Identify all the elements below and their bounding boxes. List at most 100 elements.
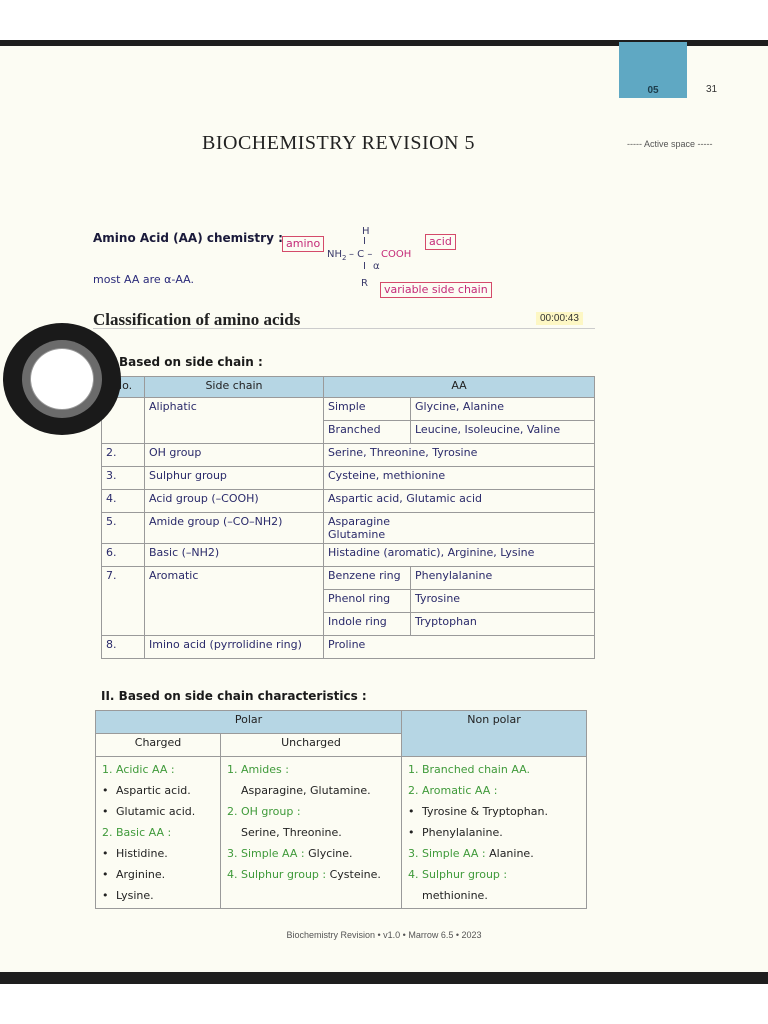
list-item: Glutamic acid. <box>102 801 214 822</box>
list-item-value: Cysteine. <box>329 868 381 881</box>
table-row: 2. OH group Serine, Threonine, Tyrosine <box>101 443 595 467</box>
list-item: 3. Simple AA : Alanine. <box>408 843 580 864</box>
table-row: 3. Sulphur group Cysteine, methionine <box>101 466 595 490</box>
list-item-label: 3. Simple AA : <box>408 847 486 860</box>
cell-no: 2. <box>101 443 145 467</box>
cell-no: 6. <box>101 543 145 567</box>
table-row: 5. Amide group (–CO–NH2) Asparagine Gluta… <box>101 512 595 544</box>
list-item: Asparagine, Glutamine. <box>241 784 371 797</box>
list-item: 4. Sulphur group : Cysteine. <box>227 864 395 885</box>
cell-sub: Indole ring <box>323 612 411 636</box>
chapter-number: 05 <box>647 85 659 96</box>
col-aa: AA <box>323 376 595 398</box>
chem-alpha: α <box>373 261 380 272</box>
page-footer: Biochemistry Revision • v1.0 • Marrow 6.… <box>286 930 482 940</box>
chem-bond-top: I <box>363 236 366 247</box>
chem-cooh: COOH <box>381 249 412 260</box>
record-button[interactable] <box>3 323 121 435</box>
cell-no: 8. <box>101 635 145 659</box>
cell-side: Acid group (–COOH) <box>144 489 324 513</box>
list-item-label: 4. Sulphur group : <box>227 868 327 881</box>
cell-side: Imino acid (pyrrolidine ring) <box>144 635 324 659</box>
cell-side: Sulphur group <box>144 466 324 490</box>
table-header-row: Polar Non polar <box>95 710 587 757</box>
list-item: Tyrosine & Tryptophan. <box>408 801 580 822</box>
uncharged-cell: 1. Amides : Asparagine, Glutamine. 2. OH… <box>220 756 402 909</box>
cell-aa: Tyrosine <box>410 589 595 613</box>
chem-subscript: 2 <box>342 254 347 262</box>
list-item-value: Glycine. <box>308 847 353 860</box>
cell-side: Aliphatic <box>144 397 324 444</box>
aa-chemistry-heading: Amino Acid (AA) chemistry : <box>93 231 283 245</box>
cell-aa: Asparagine Glutamine <box>323 512 595 544</box>
list-item: Histidine. <box>102 843 214 864</box>
list-item: Phenylalanine. <box>408 822 580 843</box>
list-item: Aspartic acid. <box>102 780 214 801</box>
page-number: 31 <box>706 84 718 95</box>
list-item: 2. Aromatic AA : <box>408 784 498 797</box>
cell-sub: Simple <box>323 397 411 421</box>
list-item: Serine, Threonine. <box>241 826 342 839</box>
active-space-label: ----- Active space ----- <box>627 139 713 149</box>
cell-aa-line: Asparagine <box>328 515 391 528</box>
table-row: 7. Aromatic Benzene ring Phenylalanine <box>101 566 595 636</box>
classification-title: Classification of amino acids <box>93 310 301 329</box>
cell-side: Basic (–NH2) <box>144 543 324 567</box>
table-row: Aliphatic Simple Glycine, Alanine <box>101 397 595 444</box>
cell-aa-line: Glutamine <box>328 528 386 541</box>
list-item: 1. Acidic AA : <box>102 763 175 776</box>
col-non-polar: Non polar <box>401 710 587 757</box>
characteristics-table: Polar Non polar Charged Uncharged 1. Aci… <box>95 710 587 909</box>
cell-aa: Aspartic acid, Glutamic acid <box>323 489 595 513</box>
cell-side: Aromatic <box>144 566 324 636</box>
col-side-chain: Side chain <box>144 376 324 398</box>
cell-no: 4. <box>101 489 145 513</box>
list-item: Arginine. <box>102 864 214 885</box>
cell-aa: Serine, Threonine, Tyrosine <box>323 443 595 467</box>
cell-aa: Phenylalanine <box>410 566 595 590</box>
nonpolar-cell: 1. Branched chain AA. 2. Aromatic AA : T… <box>401 756 587 909</box>
list-item-value: Alanine. <box>489 847 534 860</box>
charged-cell: 1. Acidic AA : Aspartic acid. Glutamic a… <box>95 756 221 909</box>
page-title: BIOCHEMISTRY REVISION 5 <box>202 132 475 154</box>
cell-side: Amide group (–CO–NH2) <box>144 512 324 544</box>
cell-aa: Cysteine, methionine <box>323 466 595 490</box>
timestamp-badge: 00:00:43 <box>536 312 583 325</box>
characteristics-heading: II. Based on side chain characteristics … <box>101 689 367 703</box>
side-chain-heading: Based on side chain : <box>119 355 263 369</box>
table-row: 1. Acidic AA : Aspartic acid. Glutamic a… <box>95 756 587 909</box>
side-chain-table: No. Side chain AA Aliphatic Simple Glyci… <box>101 376 595 659</box>
cell-aa: Proline <box>323 635 595 659</box>
cell-side: OH group <box>144 443 324 467</box>
chem-bond-bottom: I <box>363 261 366 272</box>
cell-aa: Tryptophan <box>410 612 595 636</box>
amino-label: amino <box>282 236 325 252</box>
col-uncharged: Uncharged <box>220 733 402 757</box>
list-item-label: 3. Simple AA : <box>227 847 305 860</box>
cell-sub: Branched <box>323 420 411 444</box>
table-row: 4. Acid group (–COOH) Aspartic acid, Glu… <box>101 489 595 513</box>
bottom-border <box>0 972 768 984</box>
list-item: 1. Branched chain AA. <box>408 763 530 776</box>
cell-no: 3. <box>101 466 145 490</box>
chapter-tab: 05 <box>619 42 687 98</box>
table-row: 8. Imino acid (pyrrolidine ring) Proline <box>101 635 595 659</box>
col-charged: Charged <box>95 733 221 757</box>
list-item: 3. Simple AA : Glycine. <box>227 843 395 864</box>
list-item: 2. OH group : <box>227 805 301 818</box>
side-chain-label: variable side chain <box>380 282 492 298</box>
section-divider <box>93 328 595 329</box>
record-icon <box>30 348 94 410</box>
list-item: 2. Basic AA : <box>102 826 172 839</box>
cell-aa: Leucine, Isoleucine, Valine <box>410 420 595 444</box>
col-polar: Polar <box>95 710 402 734</box>
list-item: methionine. <box>422 889 488 902</box>
cell-aa: Glycine, Alanine <box>410 397 595 421</box>
cell-no: 7. <box>101 566 145 636</box>
cell-sub: Benzene ring <box>323 566 411 590</box>
list-item: 1. Amides : <box>227 763 289 776</box>
acid-label: acid <box>425 234 456 250</box>
table-header-row: No. Side chain AA <box>101 376 595 398</box>
alpha-aa-note: most AA are α-AA. <box>93 273 195 286</box>
cell-no: 5. <box>101 512 145 544</box>
